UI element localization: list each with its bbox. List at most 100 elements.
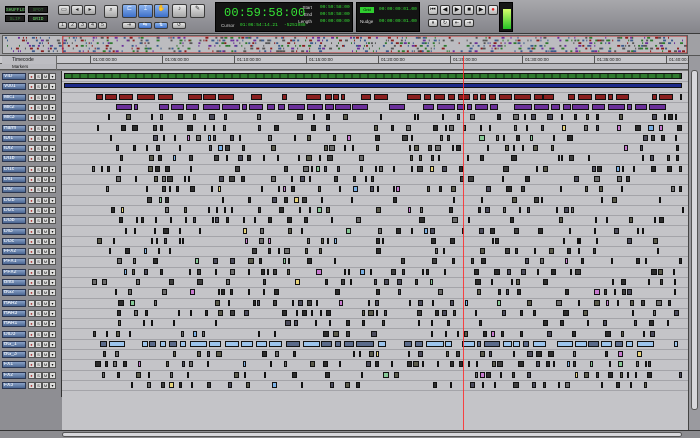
audio-clip[interactable] xyxy=(414,145,419,152)
audio-clip[interactable] xyxy=(330,217,333,224)
mute-button[interactable]: M xyxy=(42,258,49,266)
audio-clip[interactable] xyxy=(456,103,466,110)
view-selector-button[interactable]: ▾ xyxy=(49,340,56,348)
track-lane[interactable] xyxy=(62,299,688,309)
audio-clip[interactable] xyxy=(197,351,202,358)
view-selector-button[interactable]: ▾ xyxy=(49,124,56,132)
audio-clip[interactable] xyxy=(673,268,676,275)
track-lane[interactable] xyxy=(62,103,688,114)
view-selector-button[interactable]: ▾ xyxy=(49,134,56,142)
audio-clip[interactable] xyxy=(190,289,195,296)
audio-clip[interactable] xyxy=(592,103,606,110)
audio-clip[interactable] xyxy=(625,176,631,182)
audio-clip[interactable] xyxy=(114,289,117,296)
track-name[interactable]: DI3b xyxy=(2,217,26,225)
audio-clip[interactable] xyxy=(678,165,682,172)
audio-clip[interactable] xyxy=(494,268,500,275)
audio-clip[interactable] xyxy=(410,134,413,141)
audio-clip[interactable] xyxy=(393,196,397,203)
audio-clip[interactable] xyxy=(422,103,435,110)
mirror-midi-icon[interactable]: ↺ xyxy=(172,22,186,29)
audio-clip[interactable] xyxy=(268,248,272,255)
audio-clip[interactable] xyxy=(268,217,272,224)
audio-clip[interactable] xyxy=(326,206,331,213)
audio-clip[interactable] xyxy=(93,330,97,337)
mute-button[interactable]: M xyxy=(42,382,49,389)
mute-button[interactable]: M xyxy=(42,145,49,153)
audio-clip[interactable] xyxy=(343,145,346,152)
audio-clip[interactable] xyxy=(146,382,151,388)
audio-clip[interactable] xyxy=(215,320,218,327)
mute-button[interactable]: M xyxy=(42,155,49,163)
audio-clip[interactable] xyxy=(489,351,492,358)
audio-clip[interactable] xyxy=(533,196,540,203)
track-header[interactable]: HAR2 ● S M ▾ xyxy=(2,299,60,308)
audio-clip[interactable] xyxy=(158,103,169,110)
audio-clip[interactable] xyxy=(169,186,172,193)
audio-clip[interactable] xyxy=(531,382,536,388)
audio-clip[interactable] xyxy=(442,165,447,172)
audio-clip[interactable] xyxy=(381,237,384,244)
audio-clip[interactable] xyxy=(157,155,162,162)
audio-clip[interactable] xyxy=(141,217,144,224)
track-name[interactable]: PFX1 xyxy=(2,258,26,266)
audio-clip[interactable] xyxy=(346,227,351,234)
audio-clip[interactable] xyxy=(91,165,96,172)
audio-clip[interactable] xyxy=(110,206,116,213)
audio-clip[interactable] xyxy=(500,330,504,337)
audio-clip[interactable] xyxy=(553,134,556,141)
mute-button[interactable]: M xyxy=(42,289,49,297)
audio-clip[interactable] xyxy=(360,371,363,378)
audio-clip[interactable] xyxy=(635,258,640,265)
audio-clip[interactable] xyxy=(640,299,646,306)
solo-button[interactable]: S xyxy=(35,320,42,328)
track-name[interactable]: DI1c xyxy=(2,165,26,173)
audio-clip[interactable] xyxy=(491,330,496,337)
audio-clip[interactable] xyxy=(102,279,107,285)
track-lane[interactable] xyxy=(62,134,688,145)
audio-clip[interactable] xyxy=(578,299,581,306)
track-lane[interactable] xyxy=(62,350,688,361)
audio-clip[interactable] xyxy=(667,155,671,162)
audio-clip[interactable] xyxy=(367,299,370,306)
audio-clip[interactable] xyxy=(396,186,400,193)
audio-clip[interactable] xyxy=(644,382,647,388)
audio-clip[interactable] xyxy=(307,103,324,110)
mute-button[interactable]: M xyxy=(42,206,49,214)
audio-clip[interactable] xyxy=(667,114,673,121)
audio-clip[interactable] xyxy=(99,340,108,347)
audio-clip[interactable] xyxy=(491,237,494,244)
audio-clip[interactable] xyxy=(171,103,185,110)
audio-clip[interactable] xyxy=(359,155,364,162)
audio-clip[interactable] xyxy=(272,196,277,203)
audio-clip[interactable] xyxy=(208,206,211,213)
audio-clip[interactable] xyxy=(502,206,507,213)
audio-clip[interactable] xyxy=(419,217,425,224)
audio-clip[interactable] xyxy=(300,382,303,388)
track-lane[interactable] xyxy=(62,206,688,217)
audio-clip[interactable] xyxy=(596,237,599,244)
track-lane[interactable] xyxy=(62,278,688,289)
audio-clip[interactable] xyxy=(651,165,656,172)
audio-clip[interactable] xyxy=(475,103,488,110)
audio-clip[interactable] xyxy=(409,155,414,162)
audio-clip[interactable] xyxy=(512,351,515,358)
audio-clip[interactable] xyxy=(173,351,176,358)
link-selection-icon[interactable]: ⇆ xyxy=(138,22,152,29)
audio-clip[interactable] xyxy=(263,289,265,296)
audio-clip[interactable] xyxy=(445,340,452,347)
audio-clip[interactable] xyxy=(170,217,173,224)
audio-clip[interactable] xyxy=(506,186,512,193)
audio-clip[interactable] xyxy=(355,217,362,224)
solo-button[interactable]: S xyxy=(35,83,42,91)
audio-clip[interactable] xyxy=(393,165,395,172)
audio-clip[interactable] xyxy=(658,217,665,224)
audio-clip[interactable] xyxy=(188,361,193,368)
audio-clip[interactable] xyxy=(136,217,139,224)
track-header[interactable]: Bnts ● S M ▾ xyxy=(2,279,60,287)
audio-clip[interactable] xyxy=(234,165,241,172)
track-header[interactable]: DID3 ● S M ▾ xyxy=(2,330,60,339)
audio-clip[interactable] xyxy=(467,103,473,110)
audio-clip[interactable] xyxy=(164,196,169,203)
view-selector-button[interactable]: ▾ xyxy=(49,73,56,80)
